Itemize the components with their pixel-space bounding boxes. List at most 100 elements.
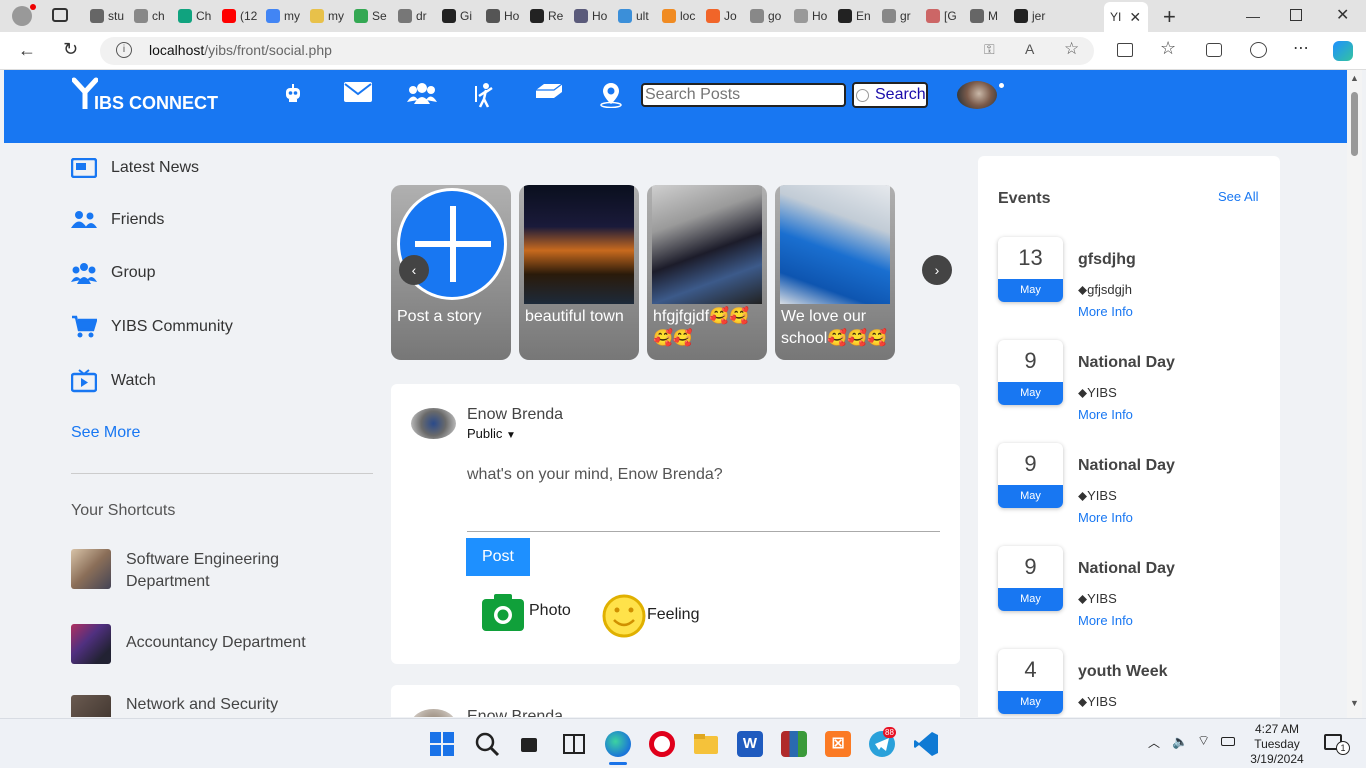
tray-icon[interactable] [534, 82, 564, 108]
browser-tab[interactable]: Ch [178, 4, 218, 28]
telegram-icon[interactable]: 88 [869, 727, 896, 757]
tennis-icon[interactable] [472, 82, 502, 108]
split-screen-icon[interactable] [1117, 43, 1133, 57]
stories-next-button[interactable]: › [922, 255, 952, 285]
notification-icon[interactable]: 1 [1324, 734, 1350, 755]
search-input[interactable] [641, 83, 846, 107]
browser-tab[interactable]: gr [882, 4, 922, 28]
favorite-star-icon[interactable]: ☆ [1064, 39, 1079, 59]
windows-start-icon[interactable] [429, 731, 455, 757]
photo-button[interactable]: Photo [482, 593, 582, 633]
key-icon[interactable]: ⚿ [984, 41, 995, 58]
url-field[interactable]: i localhost/yibs/front/social.php ⚿ A ☆ [100, 37, 1094, 65]
event-more-info-link[interactable]: More Info [1078, 510, 1133, 525]
show-hidden-icons[interactable]: ︿ [1148, 734, 1160, 751]
refresh-icon[interactable]: ↻ [63, 39, 78, 60]
minimize-icon[interactable]: — [1246, 8, 1260, 24]
story-card[interactable]: We love our school🥰🥰🥰 [775, 185, 895, 360]
more-menu-icon[interactable]: ⋯ [1293, 38, 1309, 58]
browser-tab[interactable]: [G [926, 4, 966, 28]
browser-tab[interactable]: ult [618, 4, 658, 28]
browser-tab[interactable]: (12 [222, 4, 262, 28]
browser-tab[interactable]: Ho [486, 4, 526, 28]
browser-tab[interactable]: M [970, 4, 1010, 28]
close-window-icon[interactable]: ✕ [1336, 5, 1349, 25]
sidebar-item-latest-news[interactable]: Latest News [71, 155, 199, 181]
profile-icon[interactable] [12, 4, 36, 26]
smiley-icon [602, 594, 646, 638]
word-icon[interactable]: W [737, 731, 763, 757]
mail-icon[interactable] [344, 82, 374, 108]
sidebar-item-watch[interactable]: Watch [71, 368, 156, 394]
new-tab-icon[interactable]: + [1163, 4, 1176, 30]
browser-tab[interactable]: En [838, 4, 878, 28]
see-more-link[interactable]: See More [71, 424, 140, 442]
close-tab-icon[interactable]: ✕ [1129, 9, 1141, 26]
browser-tab[interactable]: go [750, 4, 790, 28]
feeling-button[interactable]: Feeling [602, 594, 712, 638]
sidebar-item-yibs-community[interactable]: YIBS Community [71, 314, 233, 340]
browser-tab[interactable]: Re [530, 4, 570, 28]
post-button[interactable]: Post [466, 538, 530, 576]
location-icon[interactable] [598, 82, 628, 109]
composer-text-input[interactable]: what's on your mind, Enow Brenda? [467, 466, 940, 532]
widgets-icon[interactable] [561, 731, 587, 757]
search-button[interactable]: Search [852, 82, 928, 108]
browser-tab[interactable]: jer [1014, 4, 1054, 28]
shortcut-item[interactable]: Software Engineering Department [71, 549, 371, 593]
event-more-info-link[interactable]: More Info [1078, 407, 1133, 422]
events-see-all-link[interactable]: See All [1218, 189, 1258, 204]
browser-tab[interactable]: loc [662, 4, 702, 28]
avatar[interactable] [957, 81, 997, 109]
file-explorer-icon[interactable] [693, 731, 719, 757]
sidebar-item-friends[interactable]: Friends [71, 207, 164, 233]
browser-tab[interactable]: Jo [706, 4, 746, 28]
volume-icon[interactable]: 🔈 [1172, 734, 1188, 750]
browser-tab[interactable]: my [310, 4, 350, 28]
event-more-info-link[interactable]: More Info [1078, 613, 1133, 628]
opera-icon[interactable] [649, 731, 675, 757]
shortcut-item[interactable]: Accountancy Department [71, 624, 371, 664]
read-aloud-icon[interactable]: A [1025, 41, 1034, 57]
browser-tab[interactable]: my [266, 4, 306, 28]
collections-icon[interactable] [1206, 43, 1222, 57]
scroll-up-arrow[interactable]: ▲ [1350, 73, 1359, 83]
browser-tab[interactable]: Gi [442, 4, 482, 28]
favorites-icon[interactable]: ☆ [1160, 38, 1176, 59]
winrar-icon[interactable] [781, 731, 807, 757]
page-scrollbar[interactable]: ▲ ▼ [1347, 70, 1362, 718]
wifi-icon[interactable]: ⌔ [1197, 732, 1210, 750]
tab-active[interactable]: YI ✕ [1104, 2, 1148, 32]
task-view-icon[interactable] [517, 731, 543, 757]
shortcut-item[interactable]: Network and Security [71, 695, 371, 717]
story-card[interactable]: hfgjfgjdf🥰🥰🥰🥰 [647, 185, 767, 360]
privacy-dropdown[interactable]: Public ▼ [467, 426, 516, 441]
browser-tab[interactable]: Se [354, 4, 394, 28]
browser-tab[interactable]: stu [90, 4, 130, 28]
copilot-icon[interactable] [1333, 41, 1353, 61]
stories-prev-button[interactable]: ‹ [399, 255, 429, 285]
logo[interactable]: IBS CONNECT [72, 76, 232, 120]
edge-icon[interactable] [605, 731, 631, 757]
maximize-icon[interactable] [1290, 9, 1302, 21]
browser-essentials-icon[interactable] [1250, 42, 1267, 58]
sidebar-item-group[interactable]: Group [71, 260, 155, 286]
tab-actions-icon[interactable] [52, 8, 68, 22]
group-icon[interactable] [407, 82, 437, 108]
info-icon[interactable]: i [116, 42, 132, 58]
xampp-icon[interactable]: ⊠ [825, 731, 851, 757]
battery-icon[interactable] [1221, 737, 1235, 746]
browser-tab[interactable]: Ho [794, 4, 834, 28]
scroll-down-arrow[interactable]: ▼ [1350, 698, 1359, 708]
robot-icon[interactable] [282, 82, 312, 108]
browser-tab[interactable]: ch [134, 4, 174, 28]
search-icon[interactable] [474, 731, 500, 757]
story-card[interactable]: beautiful town [519, 185, 639, 360]
clock[interactable]: 4:27 AM Tuesday 3/19/2024 [1248, 722, 1306, 767]
scrollbar-thumb[interactable] [1351, 92, 1358, 156]
back-icon[interactable]: ← [18, 40, 36, 61]
browser-tab[interactable]: dr [398, 4, 438, 28]
event-more-info-link[interactable]: More Info [1078, 304, 1133, 319]
vscode-icon[interactable] [913, 731, 939, 757]
browser-tab[interactable]: Ho [574, 4, 614, 28]
